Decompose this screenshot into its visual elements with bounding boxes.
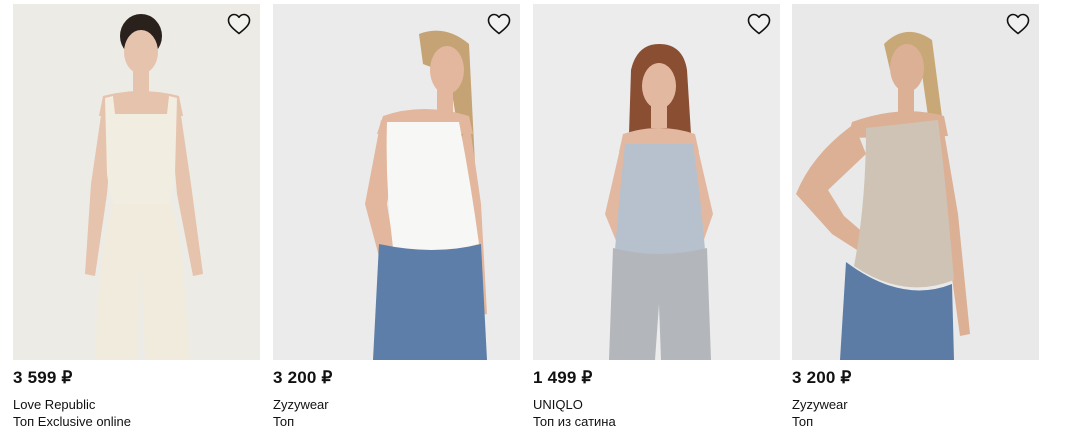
product-price: 3 200 ₽ [273,368,333,387]
product-name[interactable]: Топ из сатина [533,414,616,429]
product-price: 1 499 ₽ [533,368,593,387]
heart-outline-icon[interactable] [227,13,251,35]
heart-outline-icon[interactable] [1006,13,1030,35]
product-card[interactable]: 3 200 ₽ Zyzywear Топ [273,4,520,442]
product-image[interactable] [13,4,260,360]
product-card[interactable]: 3 599 ₽ Love Republic Топ Exclusive onli… [13,4,260,442]
product-price: 3 599 ₽ [13,368,73,387]
product-brand[interactable]: Zyzywear [273,397,329,412]
product-brand[interactable]: Love Republic [13,397,95,412]
product-image[interactable] [273,4,520,360]
product-grid: 3 599 ₽ Love Republic Топ Exclusive onli… [13,4,1053,442]
product-image[interactable] [792,4,1039,360]
product-brand[interactable]: UNIQLO [533,397,583,412]
product-name[interactable]: Топ [273,414,294,429]
product-card[interactable]: 1 499 ₽ UNIQLO Топ из сатина [533,4,780,442]
product-name[interactable]: Топ Exclusive online [13,414,131,429]
product-price: 3 200 ₽ [792,368,852,387]
product-brand[interactable]: Zyzywear [792,397,848,412]
product-image[interactable] [533,4,780,360]
product-name[interactable]: Топ [792,414,813,429]
heart-outline-icon[interactable] [747,13,771,35]
product-card[interactable]: 3 200 ₽ Zyzywear Топ [792,4,1039,442]
heart-outline-icon[interactable] [487,13,511,35]
